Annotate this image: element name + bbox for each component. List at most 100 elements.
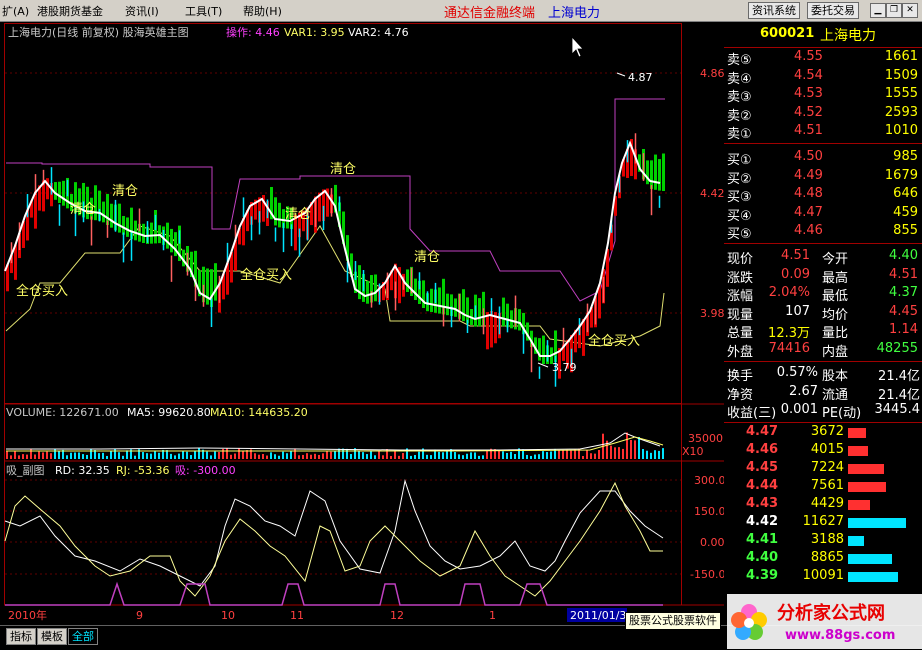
ma10-label: MA10: 144635.20 (210, 406, 308, 419)
menu-item-info[interactable]: 资讯(I) (125, 3, 159, 19)
volume-bar (182, 451, 184, 459)
trade-button[interactable]: 委托交易 (807, 2, 859, 19)
buy-row[interactable]: 买② 4.49 1679 (724, 167, 922, 187)
depth-row[interactable]: 4.39 10091 (724, 568, 922, 586)
volume-bar (146, 453, 148, 459)
ribbon-bar (510, 310, 513, 329)
minimize-icon[interactable]: ▁ (870, 3, 886, 18)
volume-bar (502, 451, 504, 459)
ribbon-bar (662, 153, 665, 191)
ribbon-bar (142, 223, 145, 243)
depth-row[interactable]: 4.42 11627 (724, 514, 922, 532)
divider (724, 422, 922, 423)
volume-bar (562, 449, 564, 459)
volume-bar (310, 454, 312, 459)
volume-bar (70, 452, 72, 459)
volume-bars (6, 432, 664, 459)
sell-level-label: 卖③ (727, 90, 752, 105)
depth-bar (848, 554, 892, 564)
menu-item-help[interactable]: 帮助(H) (243, 3, 282, 19)
sub-tick-2: 150.0 (694, 505, 724, 518)
volume-bar (586, 449, 588, 459)
stat-row: 外盘 74416 内盘 48255 (724, 340, 922, 360)
volume-bar (530, 455, 532, 459)
volume-bar (330, 451, 332, 459)
ribbon-bar (466, 297, 469, 324)
buy-row[interactable]: 买⑤ 4.46 855 (724, 223, 922, 242)
volume-bar (630, 439, 632, 459)
fundamental-label: 换手 (727, 369, 754, 384)
sell-row[interactable]: 卖② 4.52 2593 (724, 104, 922, 124)
depth-volume: 11627 (802, 514, 844, 529)
volume-bar (378, 451, 380, 459)
annotation-buy-2: 全仓买入 (240, 267, 292, 283)
logo-name: 分析家公式网 (777, 602, 885, 624)
depth-row[interactable]: 4.40 8865 (724, 550, 922, 568)
volume-bar (526, 454, 528, 459)
depth-volume: 4429 (810, 496, 844, 511)
depth-row[interactable]: 4.47 3672 (724, 424, 922, 442)
volume-bar (558, 450, 560, 459)
tab-indicator[interactable]: 指标 (6, 628, 36, 645)
menu-item-tools[interactable]: 工具(T) (185, 3, 222, 19)
menu-item-hk-futures[interactable]: 港股期货基金 (37, 3, 103, 19)
divider (724, 143, 922, 144)
volume-bar (198, 448, 200, 459)
sell-volume: 1010 (884, 123, 918, 138)
depth-price: 4.45 (746, 460, 779, 475)
depth-row[interactable]: 4.43 4429 (724, 496, 922, 514)
volume-bar (142, 452, 144, 459)
main-chart-title: 上海电力(日线 前复权) 股海英雄主图 (8, 25, 189, 39)
volume-bar (570, 450, 572, 459)
info-system-button[interactable]: 资讯系统 (748, 2, 800, 19)
depth-price: 4.39 (746, 568, 779, 583)
annotation-buy-1: 全仓买入 (16, 283, 68, 299)
price-tick-3: 3.98 (700, 307, 724, 320)
sell-row[interactable]: 卖④ 4.54 1509 (724, 67, 922, 87)
volume-bar (370, 450, 372, 459)
sell-price: 4.52 (794, 104, 823, 120)
menu-item-a[interactable]: 扩(A) (2, 3, 29, 19)
time-label-2: 9 (136, 609, 143, 622)
buy-volume: 1679 (884, 167, 918, 183)
chart-area[interactable]: 上海电力(日线 前复权) 股海英雄主图 操作: 4.46 VAR1: 3.95 … (0, 21, 724, 625)
volume-bar (322, 453, 324, 459)
ribbon-bar (58, 181, 61, 203)
depth-row[interactable]: 4.41 3188 (724, 532, 922, 550)
depth-row[interactable]: 4.45 7224 (724, 460, 922, 478)
stat-value: 74416 (768, 340, 810, 356)
volume-bar (430, 455, 432, 459)
stat-value: 48255 (876, 340, 918, 356)
depth-row[interactable]: 4.44 7561 (724, 478, 922, 496)
sell-price: 4.51 (794, 123, 823, 138)
buy-price: 4.47 (794, 204, 823, 220)
buy-row[interactable]: 买③ 4.48 646 (724, 186, 922, 205)
depth-row[interactable]: 4.46 4015 (724, 442, 922, 460)
buy-row[interactable]: 买① 4.50 985 (724, 149, 922, 168)
sell-row[interactable]: 卖① 4.51 1010 (724, 123, 922, 142)
ribbon-bar (538, 338, 541, 361)
stat-label: 总量 (727, 326, 754, 341)
ribbon-bar (118, 203, 121, 233)
volume-bar (222, 448, 224, 459)
volume-bar (638, 436, 640, 459)
volume-bar (418, 451, 420, 459)
tab-all[interactable]: 全部 (68, 628, 98, 645)
close-icon[interactable]: ✕ (902, 3, 918, 18)
stat-value: 4.51 (781, 248, 810, 263)
sell-row[interactable]: 卖⑤ 4.55 1661 (724, 49, 922, 68)
volume-bar (614, 447, 616, 459)
stat-label: 最低 (822, 289, 849, 304)
sell-row[interactable]: 卖③ 4.53 1555 (724, 86, 922, 105)
restore-icon[interactable]: ❐ (886, 3, 902, 18)
annotation-clear-1: 清仓 (112, 184, 138, 199)
buy-row[interactable]: 买④ 4.47 459 (724, 204, 922, 224)
ribbon-bar (438, 287, 441, 314)
volume-bar (278, 455, 280, 459)
depth-volume: 7224 (810, 460, 844, 475)
ribbon-bar (582, 319, 585, 356)
ribbon-bar (278, 202, 281, 228)
tab-template[interactable]: 模板 (37, 628, 67, 645)
ribbon-bar (502, 297, 505, 327)
sell-price: 4.54 (794, 67, 823, 83)
